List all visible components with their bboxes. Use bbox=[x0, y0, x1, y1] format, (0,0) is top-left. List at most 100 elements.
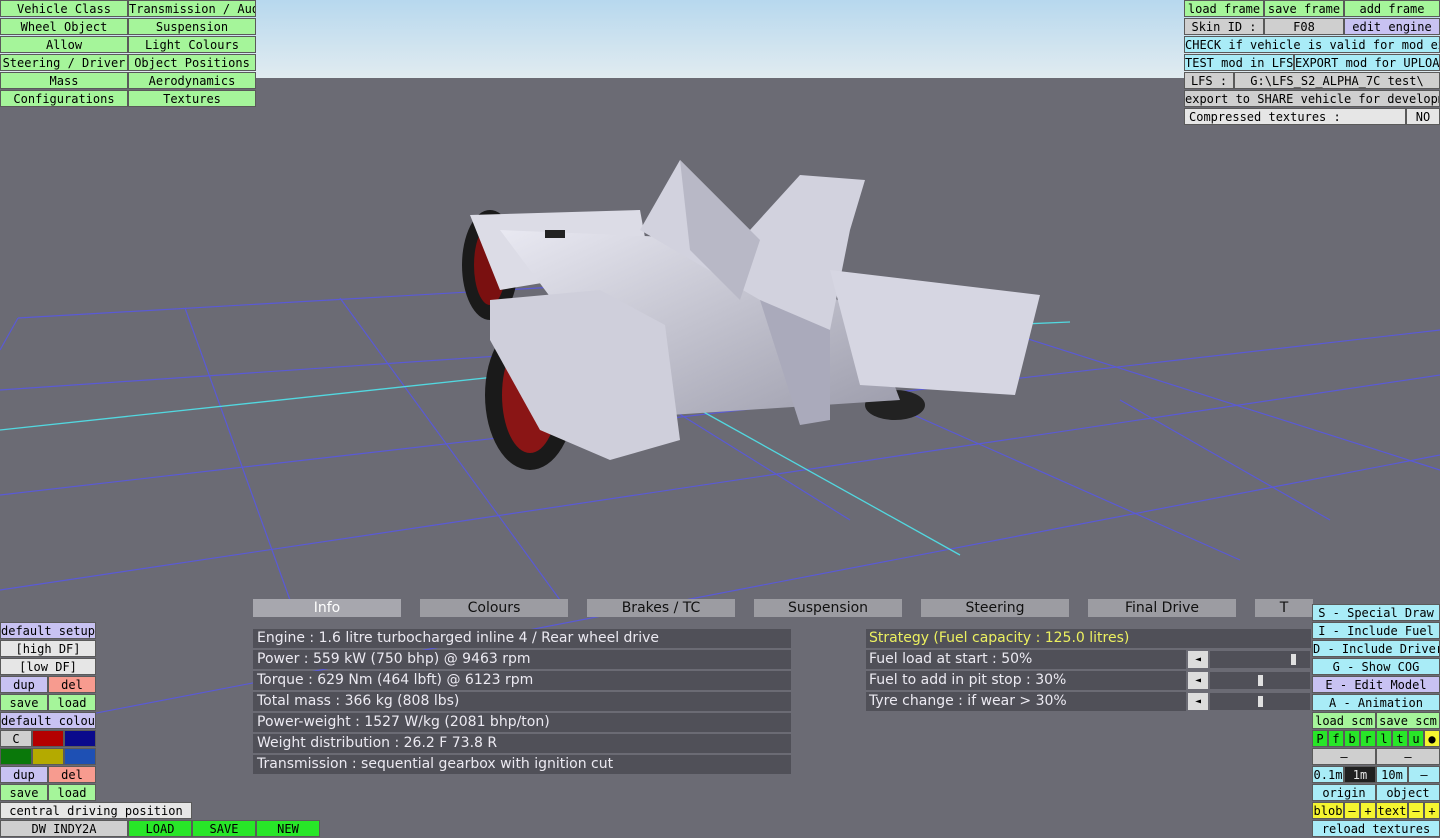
include-driver-toggle[interactable]: D - Include Driver bbox=[1312, 640, 1440, 657]
include-fuel-toggle[interactable]: I - Include Fuel bbox=[1312, 622, 1440, 639]
strategy-header: Strategy (Fuel capacity : 125.0 litres) bbox=[866, 629, 1311, 648]
colour-swatch-blue[interactable] bbox=[64, 748, 96, 765]
save-colour-button[interactable]: save bbox=[0, 784, 48, 801]
compressed-textures-toggle[interactable]: NO bbox=[1406, 108, 1440, 125]
aerodynamics-button[interactable]: Aerodynamics bbox=[128, 72, 256, 89]
configurations-button[interactable]: Configurations bbox=[0, 90, 128, 107]
show-cog-toggle[interactable]: G - Show COG bbox=[1312, 658, 1440, 675]
save-setup-button[interactable]: save bbox=[0, 694, 48, 711]
animation-button[interactable]: A - Animation bbox=[1312, 694, 1440, 711]
light-colours-button[interactable]: Light Colours bbox=[128, 36, 256, 53]
tyre-change-slider-thumb[interactable] bbox=[1257, 696, 1263, 707]
colour-swatch-navy[interactable] bbox=[64, 730, 96, 747]
skin-id-field[interactable]: F08 bbox=[1264, 18, 1344, 35]
allow-button[interactable]: Allow bbox=[0, 36, 128, 53]
fuel-load-decrease-button[interactable]: ◄ bbox=[1188, 651, 1208, 668]
letter-t-toggle[interactable]: t bbox=[1392, 730, 1408, 747]
object-button[interactable]: object bbox=[1376, 784, 1440, 801]
colour-swatch-red[interactable] bbox=[32, 730, 64, 747]
colour-swatch-yellow[interactable] bbox=[32, 748, 64, 765]
textures-button[interactable]: Textures bbox=[128, 90, 256, 107]
letter-p-toggle[interactable]: P bbox=[1312, 730, 1328, 747]
text-plus-button[interactable]: + bbox=[1424, 802, 1440, 819]
default-setups-button[interactable]: default setups bbox=[0, 622, 96, 639]
minus-left-button[interactable]: – bbox=[1312, 748, 1376, 765]
colour-c-button[interactable]: C bbox=[0, 730, 32, 747]
tab-truncated[interactable]: T bbox=[1255, 599, 1313, 617]
minus-right-button[interactable]: – bbox=[1376, 748, 1440, 765]
add-frame-button[interactable]: add frame bbox=[1344, 0, 1440, 17]
dup-setup-button[interactable]: dup bbox=[0, 676, 48, 693]
fuel-pit-slider-thumb[interactable] bbox=[1257, 675, 1263, 686]
dot-toggle-icon[interactable]: ● bbox=[1424, 730, 1440, 747]
central-driving-position-button[interactable]: central driving position bbox=[0, 802, 192, 819]
info-power-weight: Power-weight : 1527 W/kg (2081 bhp/ton) bbox=[253, 713, 791, 732]
load-colour-button[interactable]: load bbox=[48, 784, 96, 801]
load-car-button[interactable]: LOAD bbox=[128, 820, 192, 837]
export-share-button[interactable]: export to SHARE vehicle for development bbox=[1184, 90, 1440, 107]
step-minus-button[interactable]: – bbox=[1408, 766, 1440, 783]
text-minus-button[interactable]: – bbox=[1408, 802, 1424, 819]
steering-driver-button[interactable]: Steering / Driver bbox=[0, 54, 128, 71]
reload-textures-button[interactable]: reload textures bbox=[1312, 820, 1440, 837]
tab-colours[interactable]: Colours bbox=[420, 599, 568, 617]
info-engine: Engine : 1.6 litre turbocharged inline 4… bbox=[253, 629, 791, 648]
car-name-field[interactable]: DW INDY2A bbox=[0, 820, 128, 837]
fuel-pit-decrease-button[interactable]: ◄ bbox=[1188, 672, 1208, 689]
info-torque: Torque : 629 Nm (464 lbft) @ 6123 rpm bbox=[253, 671, 791, 690]
tyre-change-decrease-button[interactable]: ◄ bbox=[1188, 693, 1208, 710]
fuel-load-slider[interactable] bbox=[1210, 651, 1310, 668]
tyre-change-label: Tyre change : if wear > 30% bbox=[866, 692, 1186, 711]
colour-swatch-green[interactable] bbox=[0, 748, 32, 765]
letter-l-toggle[interactable]: l bbox=[1376, 730, 1392, 747]
tab-steering[interactable]: Steering bbox=[921, 599, 1069, 617]
tab-final-drive[interactable]: Final Drive bbox=[1088, 599, 1236, 617]
step-1m-button[interactable]: 1m bbox=[1344, 766, 1376, 783]
wheel-object-button[interactable]: Wheel Object bbox=[0, 18, 128, 35]
letter-b-toggle[interactable]: b bbox=[1344, 730, 1360, 747]
transmission-audio-button[interactable]: Transmission / Audio bbox=[128, 0, 256, 17]
blob-plus-button[interactable]: + bbox=[1360, 802, 1376, 819]
text-button[interactable]: text bbox=[1376, 802, 1408, 819]
load-frame-button[interactable]: load frame bbox=[1184, 0, 1264, 17]
tab-suspension[interactable]: Suspension bbox=[754, 599, 902, 617]
vehicle-class-button[interactable]: Vehicle Class bbox=[0, 0, 128, 17]
tyre-change-slider[interactable] bbox=[1210, 693, 1310, 710]
info-total-mass: Total mass : 366 kg (808 lbs) bbox=[253, 692, 791, 711]
default-colours-button[interactable]: default colours bbox=[0, 712, 96, 729]
load-setup-button[interactable]: load bbox=[48, 694, 96, 711]
new-car-button[interactable]: NEW bbox=[256, 820, 320, 837]
special-draw-toggle[interactable]: S - Special Draw bbox=[1312, 604, 1440, 621]
blob-button[interactable]: blob bbox=[1312, 802, 1344, 819]
suspension-button[interactable]: Suspension bbox=[128, 18, 256, 35]
mass-button[interactable]: Mass bbox=[0, 72, 128, 89]
load-scm-button[interactable]: load scm bbox=[1312, 712, 1376, 729]
object-positions-button[interactable]: Object Positions bbox=[128, 54, 256, 71]
fuel-pit-slider[interactable] bbox=[1210, 672, 1310, 689]
save-frame-button[interactable]: save frame bbox=[1264, 0, 1344, 17]
fuel-load-slider-thumb[interactable] bbox=[1290, 654, 1296, 665]
test-mod-button[interactable]: TEST mod in LFS bbox=[1184, 54, 1294, 71]
letter-r-toggle[interactable]: r bbox=[1360, 730, 1376, 747]
edit-engine-button[interactable]: edit engine bbox=[1344, 18, 1440, 35]
del-setup-button[interactable]: del bbox=[48, 676, 96, 693]
blob-minus-button[interactable]: – bbox=[1344, 802, 1360, 819]
edit-model-button[interactable]: E - Edit Model bbox=[1312, 676, 1440, 693]
letter-u-toggle[interactable]: u bbox=[1408, 730, 1424, 747]
step-0-1m-button[interactable]: 0.1m bbox=[1312, 766, 1344, 783]
tab-brakes-tc[interactable]: Brakes / TC bbox=[587, 599, 735, 617]
save-scm-button[interactable]: save scm bbox=[1376, 712, 1440, 729]
high-df-setup[interactable]: [high DF] bbox=[0, 640, 96, 657]
step-10m-button[interactable]: 10m bbox=[1376, 766, 1408, 783]
del-colour-button[interactable]: del bbox=[48, 766, 96, 783]
check-valid-button[interactable]: CHECK if vehicle is valid for mod export bbox=[1184, 36, 1440, 53]
compressed-textures-label: Compressed textures : bbox=[1184, 108, 1406, 125]
export-mod-button[interactable]: EXPORT mod for UPLOAD bbox=[1294, 54, 1440, 71]
low-df-setup[interactable]: [low DF] bbox=[0, 658, 96, 675]
dup-colour-button[interactable]: dup bbox=[0, 766, 48, 783]
letter-f-toggle[interactable]: f bbox=[1328, 730, 1344, 747]
save-car-button[interactable]: SAVE bbox=[192, 820, 256, 837]
tab-info[interactable]: Info bbox=[253, 599, 401, 617]
lfs-path-field[interactable]: G:\LFS_S2_ALPHA_7C test\ bbox=[1234, 72, 1440, 89]
origin-button[interactable]: origin bbox=[1312, 784, 1376, 801]
